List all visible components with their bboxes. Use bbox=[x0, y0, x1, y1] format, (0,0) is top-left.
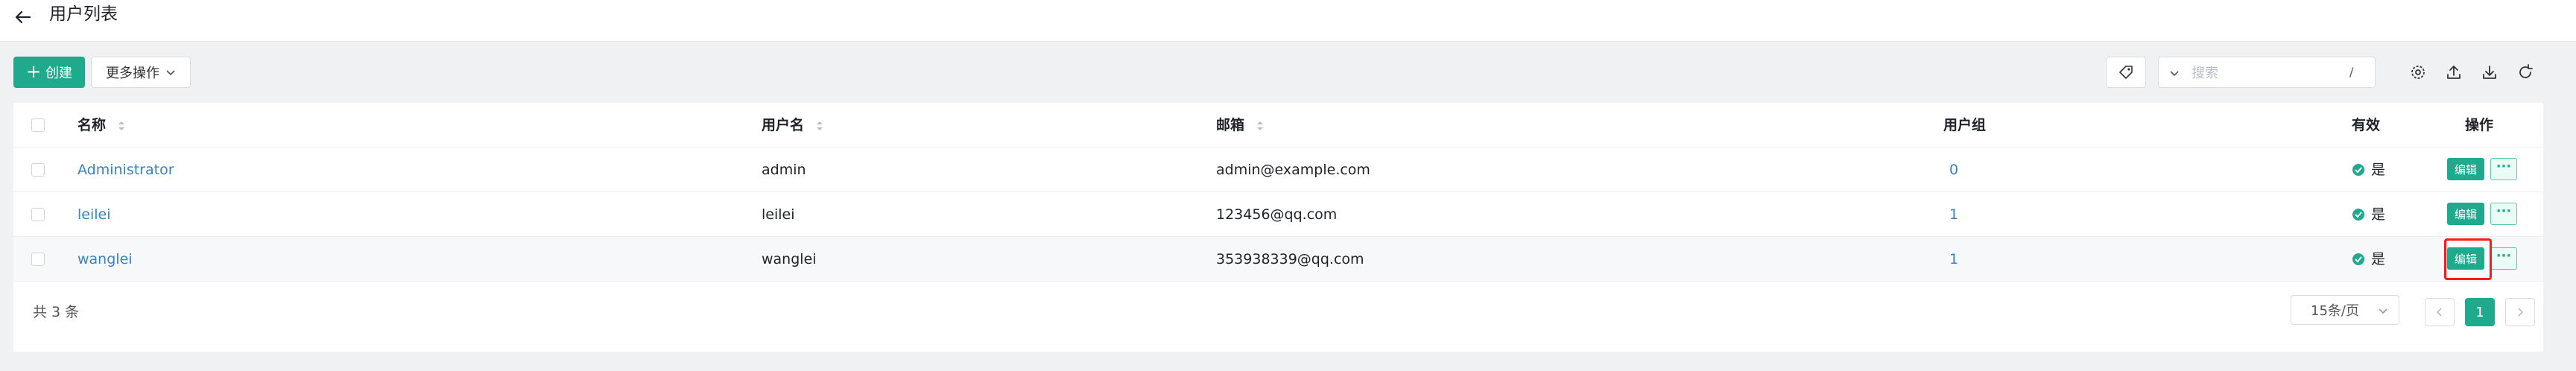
settings-gear-icon[interactable] bbox=[2408, 63, 2428, 82]
valid-value: 是 bbox=[2371, 206, 2386, 223]
more-actions-label: 更多操作 bbox=[106, 66, 159, 81]
tag-icon bbox=[2119, 66, 2133, 79]
check-circle-icon bbox=[2352, 164, 2364, 176]
column-header-username[interactable]: 用户名 bbox=[762, 103, 824, 148]
table-row: Administrator admin admin@example.com 0 … bbox=[13, 148, 2543, 192]
user-group-link[interactable]: 1 bbox=[1949, 237, 1958, 282]
row-checkbox[interactable] bbox=[31, 163, 45, 177]
back-arrow-icon[interactable] bbox=[12, 6, 34, 28]
page-number-current[interactable]: 1 bbox=[2465, 298, 2495, 326]
column-header-group: 用户组 bbox=[1943, 117, 1987, 133]
column-header-username-label: 用户名 bbox=[762, 117, 805, 133]
sort-icon[interactable] bbox=[815, 120, 824, 132]
valid-cell: 是 bbox=[2352, 148, 2385, 192]
user-name-link[interactable]: wanglei bbox=[77, 237, 133, 282]
page-size-value: 15条/页 bbox=[2311, 303, 2359, 319]
sort-icon[interactable] bbox=[117, 120, 126, 132]
create-button-label: 创建 bbox=[45, 66, 73, 81]
chevron-right-icon bbox=[2518, 308, 2524, 317]
chevron-down-icon bbox=[2379, 308, 2387, 314]
next-page-button[interactable] bbox=[2505, 298, 2535, 326]
user-group-link[interactable]: 1 bbox=[1949, 192, 1958, 237]
email-cell: 123456@qq.com bbox=[1216, 206, 1338, 223]
select-all-checkbox[interactable] bbox=[31, 118, 45, 132]
username-cell: admin bbox=[762, 162, 806, 178]
table-row: leilei leilei 123456@qq.com 1 是 编辑 ··· bbox=[13, 192, 2543, 237]
highlight-box bbox=[2444, 238, 2492, 280]
edit-button[interactable]: 编辑 bbox=[2447, 203, 2484, 225]
more-row-actions-button[interactable]: ··· bbox=[2490, 247, 2517, 270]
search-input[interactable] bbox=[2192, 62, 2341, 84]
tag-filter-button[interactable] bbox=[2106, 57, 2146, 88]
email-cell: admin@example.com bbox=[1216, 162, 1370, 178]
search-shortcut-hint: / bbox=[2349, 65, 2354, 79]
create-button[interactable]: + 创建 bbox=[13, 57, 85, 88]
page-size-select[interactable]: 15条/页 bbox=[2291, 295, 2399, 325]
top-bar: 用户列表 bbox=[0, 0, 2576, 42]
download-icon[interactable] bbox=[2480, 63, 2499, 82]
valid-value: 是 bbox=[2371, 162, 2386, 178]
upload-icon[interactable] bbox=[2444, 63, 2463, 82]
user-name-link[interactable]: Administrator bbox=[77, 148, 174, 192]
row-checkbox[interactable] bbox=[31, 208, 45, 221]
refresh-icon[interactable] bbox=[2516, 63, 2535, 82]
check-circle-icon bbox=[2352, 253, 2364, 265]
valid-value: 是 bbox=[2371, 251, 2386, 267]
sort-icon[interactable] bbox=[1256, 120, 1265, 132]
username-cell: wanglei bbox=[762, 251, 817, 267]
column-header-email-label: 邮箱 bbox=[1216, 117, 1245, 133]
total-count: 共 3 条 bbox=[33, 304, 80, 320]
prev-page-button[interactable] bbox=[2425, 298, 2455, 326]
valid-cell: 是 bbox=[2352, 237, 2385, 282]
more-actions-dropdown[interactable]: 更多操作 bbox=[91, 57, 191, 88]
email-cell: 353938339@qq.com bbox=[1216, 251, 1364, 267]
check-circle-icon bbox=[2352, 209, 2364, 221]
page-title: 用户列表 bbox=[49, 4, 118, 24]
search-box[interactable]: / bbox=[2158, 57, 2376, 88]
column-header-name-label: 名称 bbox=[77, 117, 107, 133]
more-row-actions-button[interactable]: ··· bbox=[2490, 203, 2517, 225]
column-header-actions: 操作 bbox=[2465, 117, 2494, 133]
table-row: wanglei wanglei 353938339@qq.com 1 是 编辑 … bbox=[13, 237, 2543, 282]
column-header-name[interactable]: 名称 bbox=[77, 103, 126, 148]
valid-cell: 是 bbox=[2352, 192, 2385, 237]
user-group-link[interactable]: 0 bbox=[1949, 148, 1958, 192]
username-cell: leilei bbox=[762, 206, 795, 223]
column-header-email[interactable]: 邮箱 bbox=[1216, 103, 1265, 148]
table-header: 名称 用户名 邮箱 用户组 有效 操作 bbox=[13, 103, 2543, 148]
more-row-actions-button[interactable]: ··· bbox=[2490, 158, 2517, 180]
toolbar: + 创建 更多操作 / bbox=[0, 51, 2576, 95]
edit-button[interactable]: 编辑 bbox=[2447, 158, 2484, 180]
chevron-down-icon bbox=[166, 70, 175, 76]
plus-icon: + bbox=[25, 61, 42, 82]
user-name-link[interactable]: leilei bbox=[77, 192, 111, 237]
column-header-valid: 有效 bbox=[2352, 117, 2381, 133]
user-table-panel: 名称 用户名 邮箱 用户组 有效 操作 Administrator admin … bbox=[13, 103, 2543, 352]
chevron-left-icon bbox=[2436, 308, 2442, 317]
row-checkbox[interactable] bbox=[31, 253, 45, 266]
chevron-down-icon[interactable] bbox=[2169, 68, 2180, 78]
